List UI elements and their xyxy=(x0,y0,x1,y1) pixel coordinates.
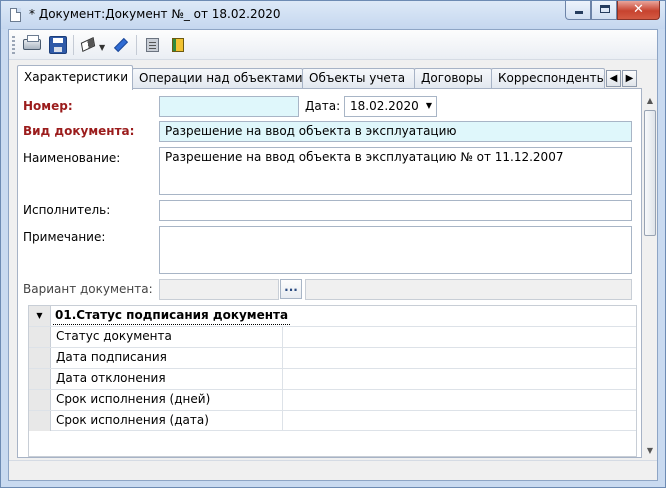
eraser-icon[interactable] xyxy=(80,36,96,53)
document-icon[interactable] xyxy=(146,38,159,52)
column-divider xyxy=(282,348,283,368)
scroll-down-icon[interactable]: ▼ xyxy=(643,444,657,458)
table-row[interactable]: Срок исполнения (дата) xyxy=(29,410,636,431)
tab-characteristics[interactable]: Характеристики xyxy=(17,65,133,90)
table-row[interactable]: Срок исполнения (дней) xyxy=(29,389,636,410)
table-row[interactable]: Статус документа xyxy=(29,326,636,347)
row-indent xyxy=(29,327,51,347)
toolbar-grip[interactable] xyxy=(12,36,15,54)
scroll-thumb[interactable] xyxy=(644,110,656,236)
row-indent xyxy=(29,411,51,431)
grid-group-header[interactable]: ▼ 01.Статус подписания документа xyxy=(29,306,636,326)
scroll-up-icon[interactable]: ▲ xyxy=(643,94,657,108)
executor-label: Исполнитель: xyxy=(23,203,111,217)
column-divider xyxy=(282,411,283,431)
print-icon[interactable] xyxy=(23,35,41,50)
chevron-down-icon[interactable]: ▼ xyxy=(99,43,105,52)
close-icon: ✕ xyxy=(633,2,644,17)
row-name: Статус документа xyxy=(56,329,172,343)
maximize-icon xyxy=(600,5,610,13)
date-label: Дата: xyxy=(305,99,341,113)
row-indent xyxy=(29,369,51,389)
window-title: * Документ:Документ №_ от 18.02.2020 xyxy=(29,7,281,21)
book-icon[interactable] xyxy=(172,38,184,52)
status-bar xyxy=(9,460,657,480)
characteristics-panel: Номер: Дата: 18.02.2020 ▼ Вид документа:… xyxy=(17,88,642,458)
variant-field[interactable] xyxy=(159,279,279,300)
tab-next-icon[interactable]: ▶ xyxy=(622,70,637,87)
tab-prev-icon[interactable]: ◀ xyxy=(606,70,621,87)
document-window: * Документ:Документ №_ от 18.02.2020 ✕ ▼… xyxy=(0,0,666,488)
tab-accounting-objects[interactable]: Объекты учета xyxy=(302,68,415,89)
maximize-button[interactable] xyxy=(591,1,617,20)
tab-correspondents[interactable]: Корреспонденты xyxy=(491,68,605,89)
window-client: ▼ Характеристики Операции над объектами … xyxy=(8,29,658,481)
note-field[interactable] xyxy=(159,226,632,274)
doc-type-label: Вид документа: xyxy=(23,124,135,138)
status-grid: ▼ 01.Статус подписания документа Статус … xyxy=(28,305,637,457)
column-divider xyxy=(282,369,283,389)
tab-strip: Характеристики Операции над объектами Об… xyxy=(17,65,649,90)
chevron-down-icon[interactable]: ▼ xyxy=(426,101,432,110)
row-indent xyxy=(29,390,51,410)
note-label: Примечание: xyxy=(23,230,106,244)
tab-contracts[interactable]: Договоры xyxy=(414,68,492,89)
pen-icon[interactable] xyxy=(112,36,126,50)
close-button[interactable]: ✕ xyxy=(617,1,660,20)
date-value: 18.02.2020 xyxy=(350,99,419,113)
variant-extra-field[interactable] xyxy=(305,279,632,300)
table-row[interactable]: Дата отклонения xyxy=(29,368,636,389)
row-name: Срок исполнения (дней) xyxy=(56,392,211,406)
row-indent xyxy=(29,348,51,368)
tab-operations[interactable]: Операции над объектами xyxy=(132,68,303,89)
row-name: Срок исполнения (дата) xyxy=(56,413,209,427)
grid-group-title: 01.Статус подписания документа xyxy=(53,307,291,325)
column-divider xyxy=(282,327,283,347)
toolbar-separator xyxy=(73,35,74,55)
variant-browse-button[interactable]: ... xyxy=(280,279,302,299)
row-name: Дата подписания xyxy=(56,350,167,364)
toolbar-separator xyxy=(136,35,137,55)
executor-field[interactable] xyxy=(159,200,632,221)
minimize-icon xyxy=(575,11,583,14)
minimize-button[interactable] xyxy=(565,1,591,20)
number-field[interactable] xyxy=(159,96,299,117)
chevron-down-icon[interactable]: ▼ xyxy=(29,306,51,326)
toolbar: ▼ xyxy=(9,30,657,60)
number-label: Номер: xyxy=(23,99,73,113)
window-controls: ✕ xyxy=(565,1,660,21)
name-field[interactable]: Разрешение на ввод объекта в эксплуатаци… xyxy=(159,147,632,195)
table-row[interactable]: Дата подписания xyxy=(29,347,636,368)
name-label: Наименование: xyxy=(23,151,121,165)
vertical-scrollbar[interactable]: ▲ ▼ xyxy=(643,94,657,458)
date-field[interactable]: 18.02.2020 ▼ xyxy=(344,96,437,117)
doc-type-field[interactable]: Разрешение на ввод объекта в эксплуатаци… xyxy=(159,121,632,142)
document-icon xyxy=(10,8,21,22)
column-divider xyxy=(282,390,283,410)
variant-label: Вариант документа: xyxy=(23,282,153,296)
title-bar[interactable]: * Документ:Документ №_ от 18.02.2020 ✕ xyxy=(1,1,665,29)
row-name: Дата отклонения xyxy=(56,371,166,385)
save-icon[interactable] xyxy=(49,36,67,54)
